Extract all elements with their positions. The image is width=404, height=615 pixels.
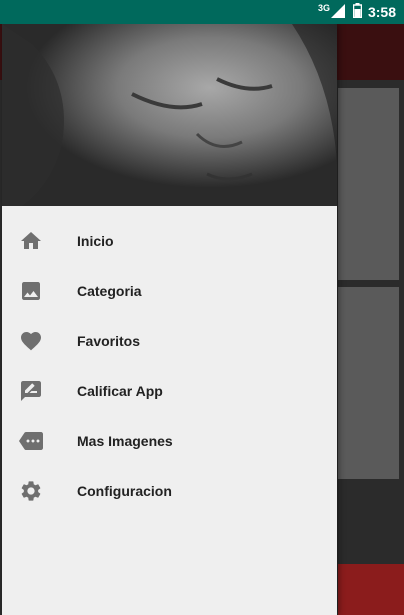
- menu-item-label: Favoritos: [77, 333, 141, 349]
- image-card[interactable]: [338, 88, 399, 280]
- menu-item-categoria[interactable]: Categoria: [2, 266, 337, 316]
- menu-item-calificar-app[interactable]: Calificar App: [2, 366, 337, 416]
- network-type: 3G: [317, 3, 330, 13]
- menu-item-configuracion[interactable]: Configuracion: [2, 466, 337, 516]
- battery-icon: [352, 3, 363, 21]
- more-icon: [19, 429, 43, 453]
- ad-banner[interactable]: [338, 564, 404, 615]
- drawer-menu: Inicio Categoria Favoritos Calificar App…: [2, 216, 337, 516]
- menu-item-label: Calificar App: [77, 383, 163, 399]
- status-bar: 3G 3:58: [0, 0, 404, 24]
- image-card[interactable]: [338, 287, 399, 479]
- menu-item-label: Categoria: [77, 283, 142, 299]
- image-icon: [19, 279, 43, 303]
- menu-item-mas-imagenes[interactable]: Mas Imagenes: [2, 416, 337, 466]
- gear-icon: [19, 479, 43, 503]
- drawer-header-image: [2, 24, 337, 206]
- home-icon: [19, 229, 43, 253]
- rate-review-icon: [19, 379, 43, 403]
- signal-icon: [330, 3, 345, 21]
- menu-item-inicio[interactable]: Inicio: [2, 216, 337, 266]
- menu-item-label: Mas Imagenes: [77, 433, 173, 449]
- clock: 3:58: [367, 4, 396, 20]
- heart-icon: [19, 329, 43, 353]
- navigation-drawer: Inicio Categoria Favoritos Calificar App…: [2, 24, 337, 615]
- menu-item-label: Inicio: [77, 233, 114, 249]
- menu-item-label: Configuracion: [77, 483, 172, 499]
- menu-item-favoritos[interactable]: Favoritos: [2, 316, 337, 366]
